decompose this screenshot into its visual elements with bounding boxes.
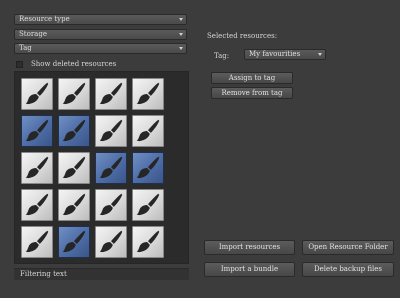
- tag-filter-dropdown[interactable]: Tag: [14, 43, 187, 54]
- brush-icon: [133, 79, 163, 109]
- resource-tile[interactable]: [132, 189, 164, 221]
- filter-text-input[interactable]: Filtering text: [14, 268, 189, 280]
- resource-tile[interactable]: [132, 152, 164, 184]
- brush-icon: [96, 153, 126, 183]
- resource-tile[interactable]: [21, 78, 53, 110]
- resource-tile[interactable]: [21, 115, 53, 147]
- brush-icon: [22, 116, 52, 146]
- brush-icon: [96, 190, 126, 220]
- resource-grid-panel: [14, 71, 189, 264]
- brush-icon: [22, 227, 52, 257]
- chevron-down-icon: [318, 53, 322, 56]
- resource-tile[interactable]: [95, 189, 127, 221]
- tag-select-value: My favourities: [249, 50, 301, 58]
- brush-icon: [59, 227, 89, 257]
- brush-icon: [96, 116, 126, 146]
- import-resources-button[interactable]: Import resources: [204, 240, 295, 255]
- storage-label: Storage: [19, 30, 47, 38]
- resource-tile[interactable]: [58, 115, 90, 147]
- resource-tile[interactable]: [58, 78, 90, 110]
- brush-icon: [133, 190, 163, 220]
- chevron-down-icon: [179, 33, 183, 36]
- resource-tile[interactable]: [58, 152, 90, 184]
- show-deleted-checkbox[interactable]: [16, 60, 23, 68]
- resource-tile[interactable]: [132, 78, 164, 110]
- chevron-down-icon: [179, 18, 183, 21]
- resource-tile[interactable]: [132, 115, 164, 147]
- resource-tile[interactable]: [21, 189, 53, 221]
- brush-icon: [133, 227, 163, 257]
- resource-type-dropdown[interactable]: Resource type: [14, 14, 187, 25]
- brush-icon: [59, 116, 89, 146]
- resource-tile[interactable]: [58, 226, 90, 258]
- resource-tile[interactable]: [95, 78, 127, 110]
- resource-tile[interactable]: [132, 226, 164, 258]
- brush-icon: [59, 153, 89, 183]
- brush-icon: [22, 190, 52, 220]
- filter-text-placeholder: Filtering text: [20, 270, 67, 278]
- resource-type-label: Resource type: [19, 15, 70, 23]
- resource-tile[interactable]: [95, 115, 127, 147]
- resource-tile[interactable]: [21, 152, 53, 184]
- brush-icon: [133, 153, 163, 183]
- brush-icon: [96, 227, 126, 257]
- brush-icon: [133, 116, 163, 146]
- delete-backup-files-button[interactable]: Delete backup files: [302, 262, 394, 277]
- tag-label: Tag:: [214, 52, 230, 60]
- chevron-down-icon: [179, 47, 183, 50]
- resource-grid: [21, 78, 164, 258]
- storage-dropdown[interactable]: Storage: [14, 29, 187, 40]
- brush-icon: [59, 190, 89, 220]
- resource-tile[interactable]: [95, 152, 127, 184]
- brush-icon: [59, 79, 89, 109]
- open-resource-folder-button[interactable]: Open Resource Folder: [302, 240, 394, 255]
- remove-from-tag-button[interactable]: Remove from tag: [211, 87, 293, 99]
- show-deleted-row[interactable]: Show deleted resources: [16, 59, 116, 69]
- brush-icon: [22, 153, 52, 183]
- import-bundle-button[interactable]: Import a bundle: [204, 262, 295, 277]
- brush-icon: [22, 79, 52, 109]
- resource-tile[interactable]: [58, 189, 90, 221]
- selected-resources-heading: Selected resources:: [207, 32, 278, 40]
- tag-filter-label: Tag: [19, 44, 32, 52]
- resource-tile[interactable]: [21, 226, 53, 258]
- brush-icon: [96, 79, 126, 109]
- resource-tile[interactable]: [95, 226, 127, 258]
- assign-to-tag-button[interactable]: Assign to tag: [211, 72, 293, 84]
- show-deleted-label: Show deleted resources: [31, 60, 117, 68]
- tag-select[interactable]: My favourities: [244, 49, 326, 60]
